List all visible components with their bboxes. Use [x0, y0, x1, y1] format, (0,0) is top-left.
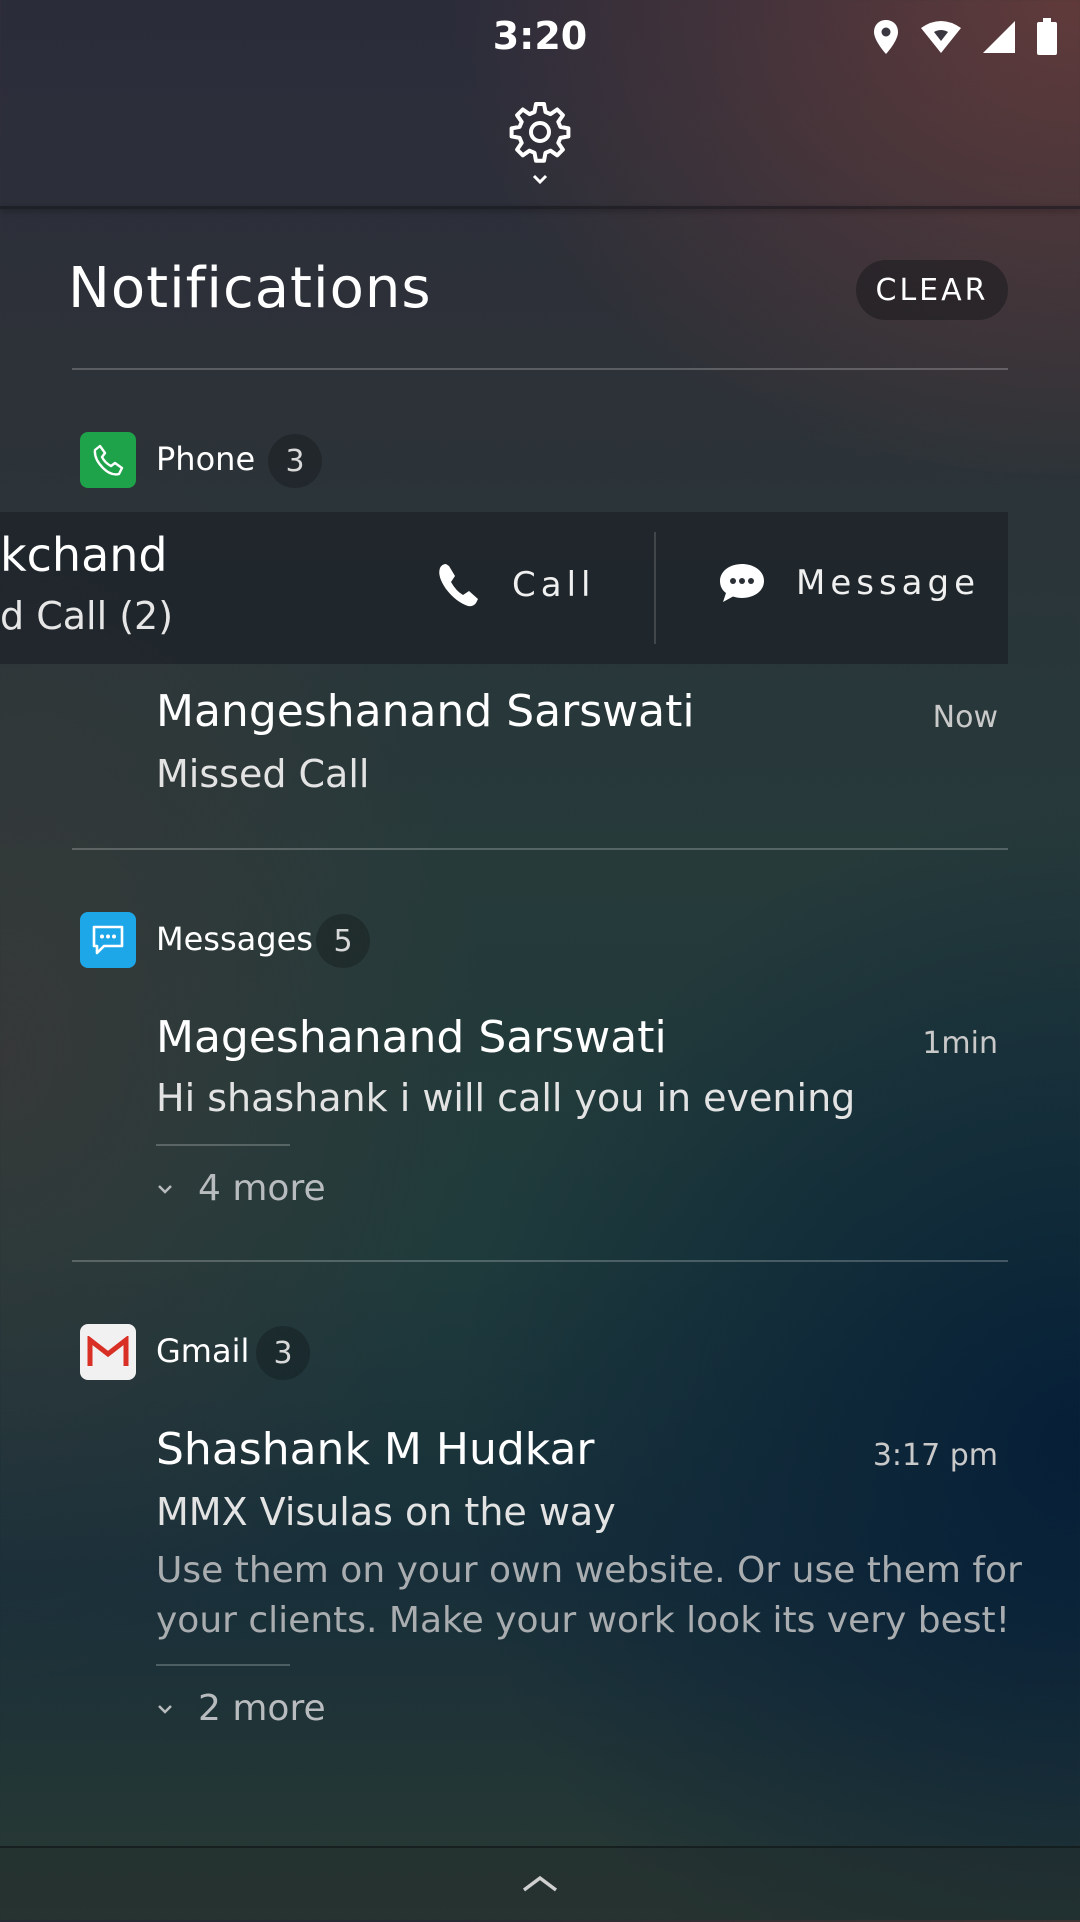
messages-app-name: Messages — [156, 920, 313, 958]
messages-count-badge: 5 — [316, 914, 370, 968]
gmail-notification-subject: MMX Visulas on the way — [156, 1490, 616, 1534]
call-action-label: Call — [512, 565, 596, 605]
gmail-app-name: Gmail — [156, 1332, 250, 1370]
message-action-button[interactable]: Message — [718, 562, 980, 604]
phone-notification-text: Missed Call — [156, 752, 370, 796]
expand-button[interactable] — [528, 172, 552, 188]
divider — [72, 368, 1008, 370]
gmail-notification-time: 3:17 pm — [872, 1438, 998, 1473]
swiped-notification-subtitle: d Call (2) — [0, 594, 174, 638]
gmail-count-badge: 3 — [256, 1326, 310, 1380]
short-divider — [156, 1664, 290, 1666]
phone-app-name: Phone — [156, 440, 256, 478]
messages-app-icon — [80, 912, 136, 968]
clear-button[interactable]: CLEAR — [856, 260, 1008, 320]
swiped-notification-name: kchand — [0, 528, 168, 582]
phone-icon — [93, 444, 124, 476]
gmail-more-button[interactable]: 2 more — [156, 1688, 326, 1729]
status-icons — [872, 18, 1058, 56]
messages-notification-time: 1min — [922, 1026, 998, 1061]
chevron-down-icon — [532, 174, 548, 185]
divider — [72, 848, 1008, 850]
chevron-up-icon — [522, 1875, 558, 1892]
phone-count-badge: 3 — [268, 434, 322, 488]
message-bubble-icon — [92, 925, 124, 955]
gmail-icon — [87, 1336, 129, 1366]
gmail-notification-sender[interactable]: Shashank M Hudkar — [156, 1424, 595, 1475]
call-icon — [439, 564, 478, 607]
call-action-button[interactable]: Call — [436, 562, 595, 608]
messages-notification-name[interactable]: Mageshanand Sarswati — [156, 1012, 667, 1063]
messages-more-button[interactable]: 4 more — [156, 1168, 326, 1209]
phone-app-icon — [80, 432, 136, 488]
settings-button[interactable] — [508, 100, 572, 164]
location-icon — [874, 20, 898, 54]
gmail-app-icon — [80, 1324, 136, 1380]
short-divider — [156, 1144, 290, 1146]
phone-notification-name[interactable]: Mangeshanand Sarswati — [156, 686, 695, 737]
collapse-button[interactable] — [520, 1874, 560, 1894]
divider — [72, 1260, 1008, 1262]
action-separator — [654, 532, 656, 644]
panel-title: Notifications — [68, 256, 432, 321]
battery-icon — [1037, 18, 1057, 55]
messages-more-label: 4 more — [198, 1168, 326, 1209]
header-divider — [0, 206, 1080, 209]
phone-notification-time: Now — [932, 700, 998, 735]
messages-notification-text: Hi shashank i will call you in evening — [156, 1076, 856, 1120]
gmail-notification-body: Use them on your own website. Or use the… — [156, 1550, 1022, 1641]
wifi-icon — [921, 21, 961, 53]
gmail-more-label: 2 more — [198, 1688, 326, 1729]
gear-icon — [509, 102, 571, 163]
chevron-down-icon — [158, 1184, 172, 1194]
chevron-down-icon — [158, 1704, 172, 1714]
message-action-label: Message — [796, 563, 981, 603]
signal-icon — [983, 21, 1015, 53]
chat-bubble-icon — [720, 564, 764, 602]
